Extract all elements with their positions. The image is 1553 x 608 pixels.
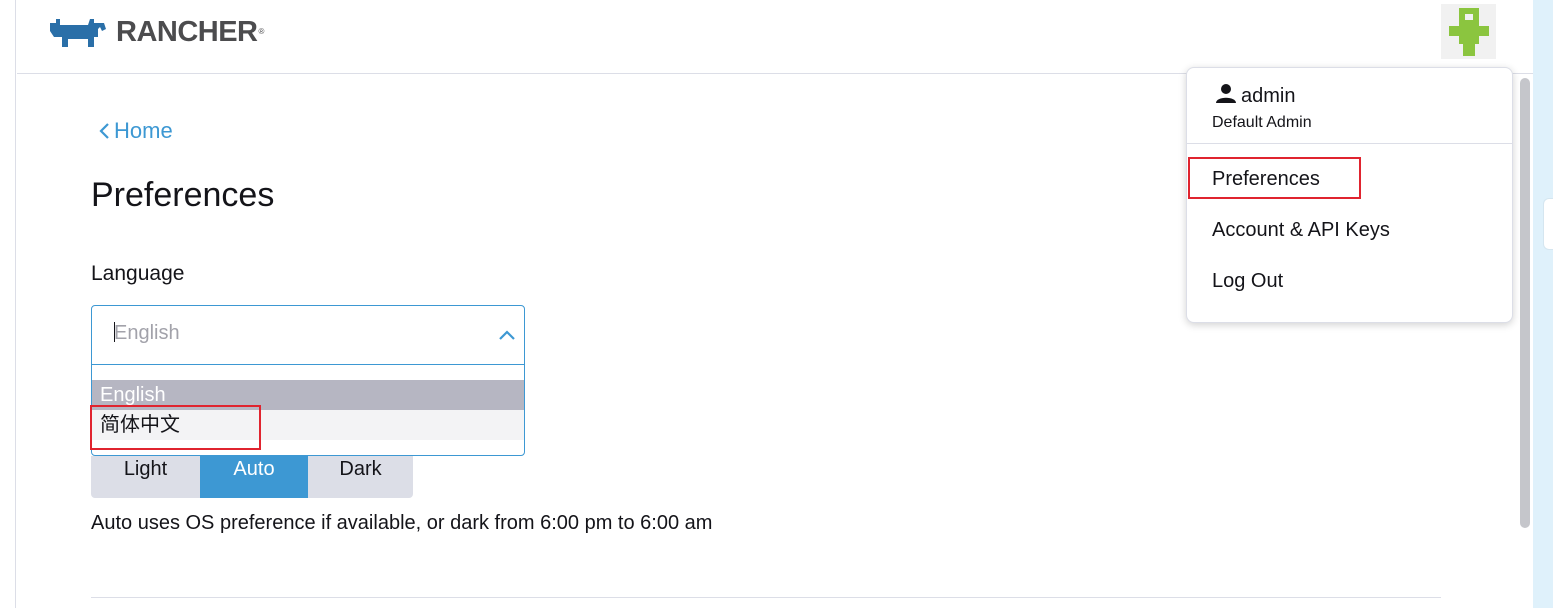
side-panel-tab[interactable] (1543, 198, 1553, 250)
user-name: admin (1241, 84, 1296, 107)
logo-wordmark: RANCHER (116, 16, 258, 48)
language-option-chinese[interactable]: 简体中文 (92, 410, 524, 440)
rancher-bull-icon (46, 15, 110, 49)
theme-help-text: Auto uses OS preference if available, or… (91, 512, 713, 534)
language-search-row[interactable]: English (92, 306, 524, 365)
section-divider (91, 597, 1441, 598)
theme-auto-button[interactable]: Auto (200, 456, 308, 498)
menu-item-preferences[interactable]: Preferences (1212, 168, 1320, 191)
top-header: RANCHER ® (17, 0, 1533, 74)
back-home-link[interactable]: Home (96, 118, 173, 144)
logo-registered-mark: ® (258, 27, 265, 36)
language-options-list: English 简体中文 (92, 380, 524, 440)
language-option-english[interactable]: English (92, 380, 524, 410)
chevron-up-icon[interactable] (497, 326, 517, 346)
scrollbar[interactable] (1520, 78, 1530, 528)
theme-light-button[interactable]: Light (91, 456, 200, 498)
user-dropdown-menu: admin Default Admin Preferences Account … (1186, 67, 1513, 323)
user-avatar-button[interactable] (1441, 4, 1496, 59)
avatar-identicon-icon (1449, 8, 1489, 56)
page-right-edge (1533, 0, 1553, 608)
page-left-edge (0, 0, 16, 608)
menu-item-log-out[interactable]: Log Out (1212, 270, 1283, 293)
user-role: Default Admin (1212, 114, 1312, 131)
chevron-left-icon (96, 118, 114, 144)
rancher-logo[interactable]: RANCHER ® (46, 14, 264, 50)
back-home-label: Home (114, 118, 173, 143)
language-current-value: English (114, 322, 180, 344)
language-label: Language (91, 262, 185, 285)
person-icon (1215, 82, 1241, 110)
language-select[interactable]: English English 简体中文 (91, 305, 525, 456)
page-title: Preferences (91, 176, 275, 214)
user-menu-header: admin Default Admin (1187, 68, 1512, 144)
user-name-row: admin (1215, 82, 1295, 110)
theme-dark-button[interactable]: Dark (308, 456, 413, 498)
menu-item-account-api-keys[interactable]: Account & API Keys (1212, 219, 1390, 242)
language-search-input[interactable]: English (114, 322, 180, 345)
theme-toggle-group: Light Auto Dark (91, 456, 413, 498)
